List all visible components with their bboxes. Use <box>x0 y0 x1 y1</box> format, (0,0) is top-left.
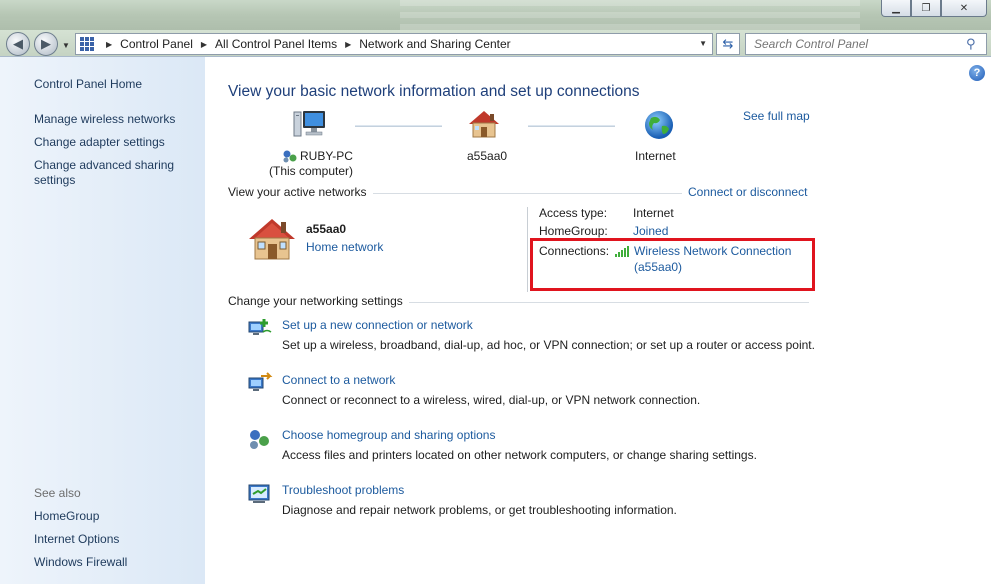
active-network-name: a55aa0 <box>306 222 347 236</box>
help-icon[interactable]: ? <box>969 65 985 81</box>
arrow-right-icon: ▶ <box>41 36 51 51</box>
sidebar: Control Panel Home Manage wireless netwo… <box>0 56 205 584</box>
sidebar-link-change-adapter[interactable]: Change adapter settings <box>34 135 165 150</box>
breadcrumb-separator-icon[interactable]: ▶ <box>106 40 112 49</box>
sidebar-link-control-panel-home[interactable]: Control Panel Home <box>34 77 142 92</box>
task-homegroup-sharing-desc: Access files and printers located on oth… <box>282 448 757 462</box>
search-box[interactable]: ⚲ <box>745 33 987 55</box>
title-bar: ▁ ❐ ✕ <box>0 0 991 30</box>
computer-name: RUBY-PC <box>300 149 353 163</box>
task-troubleshoot-desc: Diagnose and repair network problems, or… <box>282 503 677 517</box>
search-input[interactable] <box>746 37 966 51</box>
minimize-icon: ▁ <box>892 2 900 14</box>
refresh-icon: ⇆ <box>722 36 734 51</box>
breadcrumb-all-items[interactable]: All Control Panel Items <box>215 37 337 51</box>
task-homegroup-sharing-link[interactable]: Choose homegroup and sharing options <box>282 428 495 442</box>
section-divider <box>409 302 809 303</box>
computer-icon <box>293 110 327 143</box>
sidebar-link-internet-options[interactable]: Internet Options <box>34 532 119 547</box>
task-connect-network-desc: Connect or reconnect to a wireless, wire… <box>282 393 701 407</box>
details-divider <box>527 207 528 292</box>
refresh-button[interactable]: ⇆ <box>716 33 740 55</box>
section-divider <box>373 193 682 194</box>
see-also-heading: See also <box>34 486 81 500</box>
sidebar-link-windows-firewall[interactable]: Windows Firewall <box>34 555 127 570</box>
maximize-button[interactable]: ❐ <box>911 0 941 17</box>
forward-button[interactable]: ▶ <box>34 32 58 56</box>
task-connect-network-link[interactable]: Connect to a network <box>282 373 395 387</box>
task-setup-connection-desc: Set up a wireless, broadband, dial-up, a… <box>282 338 815 352</box>
window-controls: ▁ ❐ ✕ <box>881 0 987 17</box>
breadcrumb-control-panel[interactable]: Control Panel <box>120 37 193 51</box>
map-connector <box>355 125 442 127</box>
search-icon[interactable]: ⚲ <box>966 36 986 52</box>
breadcrumb-network-sharing-center[interactable]: Network and Sharing Center <box>359 37 510 51</box>
address-dropdown-icon[interactable]: ▼ <box>699 39 707 48</box>
homegroup-label: HomeGroup: <box>539 224 608 238</box>
highlight-box <box>530 238 815 291</box>
breadcrumb-separator-icon[interactable]: ▶ <box>345 40 351 49</box>
main-content: ? View your basic network information an… <box>205 56 991 584</box>
see-full-map-link[interactable]: See full map <box>743 109 810 123</box>
connect-network-icon <box>247 372 273 399</box>
breadcrumb-separator-icon[interactable]: ▶ <box>201 40 207 49</box>
homegroup-sharing-icon <box>247 427 273 454</box>
close-icon: ✕ <box>959 2 969 14</box>
sidebar-link-manage-wireless[interactable]: Manage wireless networks <box>34 112 175 127</box>
map-connector <box>528 125 615 127</box>
home-network-link[interactable]: Home network <box>306 240 383 254</box>
troubleshoot-icon <box>247 482 273 509</box>
active-networks-heading: View your active networks <box>228 185 367 199</box>
task-setup-connection-link[interactable]: Set up a new connection or network <box>282 318 473 332</box>
sidebar-link-homegroup[interactable]: HomeGroup <box>34 509 99 524</box>
recent-pages-dropdown[interactable]: ▼ <box>62 41 70 50</box>
back-button[interactable]: ◀ <box>6 32 30 56</box>
task-troubleshoot-link[interactable]: Troubleshoot problems <box>282 483 404 497</box>
background-window-ghost <box>400 0 860 30</box>
router-node-label: a55aa0 <box>467 149 508 163</box>
close-button[interactable]: ✕ <box>941 0 987 17</box>
address-bar[interactable]: ▶ Control Panel ▶ All Control Panel Item… <box>75 33 713 55</box>
access-type-value: Internet <box>633 206 674 220</box>
navigation-bar: ◀ ▶ ▼ ▶ Control Panel ▶ All Control Pane… <box>0 30 991 56</box>
home-network-icon <box>247 217 297 264</box>
globe-icon <box>643 109 675 144</box>
new-connection-icon <box>247 316 273 343</box>
control-panel-icon <box>80 37 96 51</box>
connect-or-disconnect-link[interactable]: Connect or disconnect <box>688 185 807 199</box>
internet-node-label: Internet <box>635 149 676 163</box>
house-icon <box>467 109 501 142</box>
access-type-label: Access type: <box>539 206 608 220</box>
page-title: View your basic network information and … <box>228 83 640 100</box>
maximize-icon: ❐ <box>921 2 931 14</box>
sidebar-link-advanced-sharing[interactable]: Change advanced sharing settings <box>34 158 184 188</box>
minimize-button[interactable]: ▁ <box>881 0 911 17</box>
network-shared-icon <box>283 150 297 163</box>
computer-subtitle: (This computer) <box>269 164 354 178</box>
computer-node-label: RUBY-PC <box>282 149 353 163</box>
networking-settings-heading: Change your networking settings <box>228 294 403 308</box>
homegroup-joined-link[interactable]: Joined <box>633 224 668 238</box>
arrow-left-icon: ◀ <box>13 36 23 51</box>
